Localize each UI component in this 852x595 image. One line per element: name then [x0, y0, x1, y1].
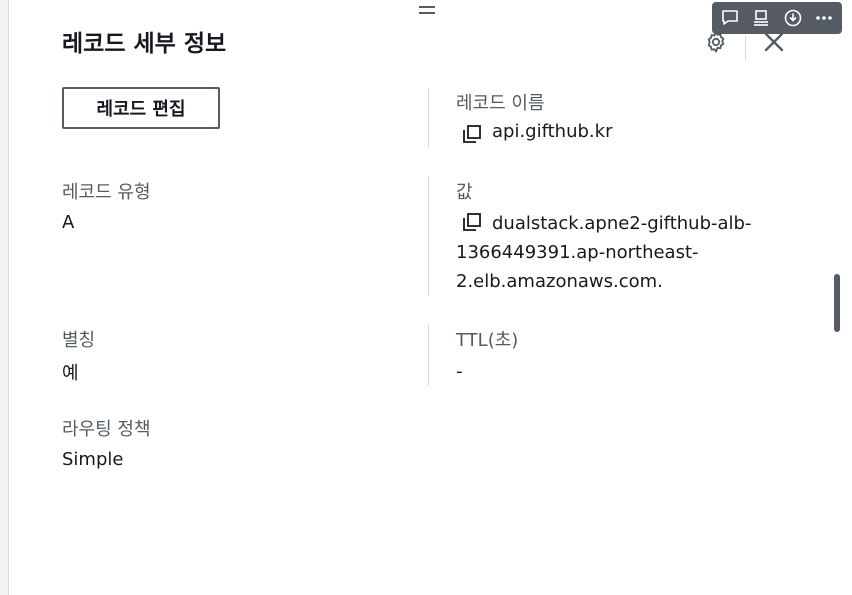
scrollbar-thumb[interactable] [834, 274, 840, 332]
floating-toolbar [712, 2, 842, 34]
record-type-value: A [62, 212, 75, 233]
value-row: dualstack.apne2-gifthub-alb- [462, 209, 751, 238]
header-divider [745, 36, 746, 60]
routing-policy-label: 라우팅 정책 [62, 419, 151, 440]
close-icon[interactable] [763, 31, 785, 53]
record-name-value: api.gifthub.kr [492, 121, 613, 142]
ttl-label: TTL(초) [456, 330, 519, 351]
panel-icon[interactable] [747, 4, 775, 32]
column-divider [428, 88, 429, 148]
column-divider [428, 324, 429, 386]
ttl-value: - [456, 361, 463, 382]
record-name-label: 레코드 이름 [456, 93, 545, 114]
record-type-label: 레코드 유형 [62, 182, 151, 203]
record-name-row: api.gifthub.kr [462, 121, 612, 144]
alias-value: 예 [62, 363, 79, 384]
panel-title: 레코드 세부 정보 [62, 31, 227, 57]
drag-handle[interactable] [419, 6, 435, 16]
copy-icon[interactable] [462, 212, 482, 232]
download-icon[interactable] [779, 4, 807, 32]
value-line-2: 1366449391.ap-northeast- [456, 242, 699, 263]
alias-label: 별칭 [62, 330, 96, 351]
column-divider [428, 176, 429, 296]
edit-record-button[interactable]: 레코드 편집 [62, 87, 220, 129]
settings-gear-icon[interactable] [704, 30, 728, 54]
value-line-1: dualstack.apne2-gifthub-alb- [492, 213, 752, 234]
routing-policy-value: Simple [62, 449, 124, 470]
left-panel-edge [0, 0, 9, 595]
copy-icon[interactable] [462, 124, 482, 144]
value-line-3: 2.elb.amazonaws.com. [456, 271, 663, 292]
comment-icon[interactable] [716, 4, 744, 32]
more-icon[interactable] [810, 4, 838, 32]
value-label: 값 [456, 182, 473, 203]
